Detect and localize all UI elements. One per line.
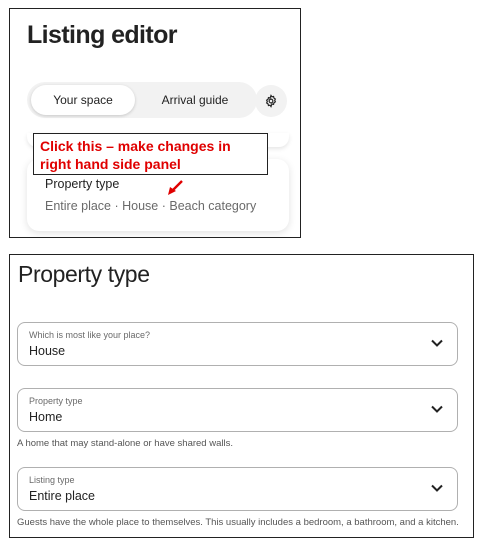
chevron-down-icon <box>431 405 443 413</box>
field-label: Which is most like your place? <box>29 330 151 340</box>
gear-icon <box>265 94 277 108</box>
listing-type-help: Guests have the whole place to themselve… <box>17 517 459 528</box>
field-label: Listing type <box>29 475 75 485</box>
chevron-down-icon <box>431 484 443 492</box>
tab-your-space[interactable]: Your space <box>31 85 135 115</box>
field-value: House <box>29 344 66 358</box>
place-kind-select[interactable]: Which is most like your place? House <box>17 322 458 366</box>
tab-arrival-guide[interactable]: Arrival guide <box>139 85 251 115</box>
property-type-panel: Property type Which is most like your pl… <box>9 254 474 538</box>
field-value: Entire place <box>29 489 96 503</box>
listing-type-select[interactable]: Listing type Entire place <box>17 467 458 511</box>
field-value: Home <box>29 410 63 424</box>
chevron-down-icon <box>431 339 443 347</box>
page-title: Listing editor <box>27 21 178 49</box>
red-arrow-icon <box>168 180 183 195</box>
settings-button[interactable] <box>255 85 287 117</box>
property-type-help: A home that may stand-alone or have shar… <box>17 438 233 449</box>
property-type-select[interactable]: Property type Home <box>17 388 458 432</box>
card-subtitle: Entire place · House · Beach category <box>45 199 257 213</box>
card-title: Property type <box>45 177 120 191</box>
listing-editor-panel: Listing editor Your space Arrival guide … <box>9 8 301 238</box>
tab-bar: Your space Arrival guide <box>27 82 257 118</box>
field-label: Property type <box>29 396 83 406</box>
panel-title: Property type <box>18 261 150 287</box>
instruction-callout: Click this – make changes in right hand … <box>33 133 268 175</box>
